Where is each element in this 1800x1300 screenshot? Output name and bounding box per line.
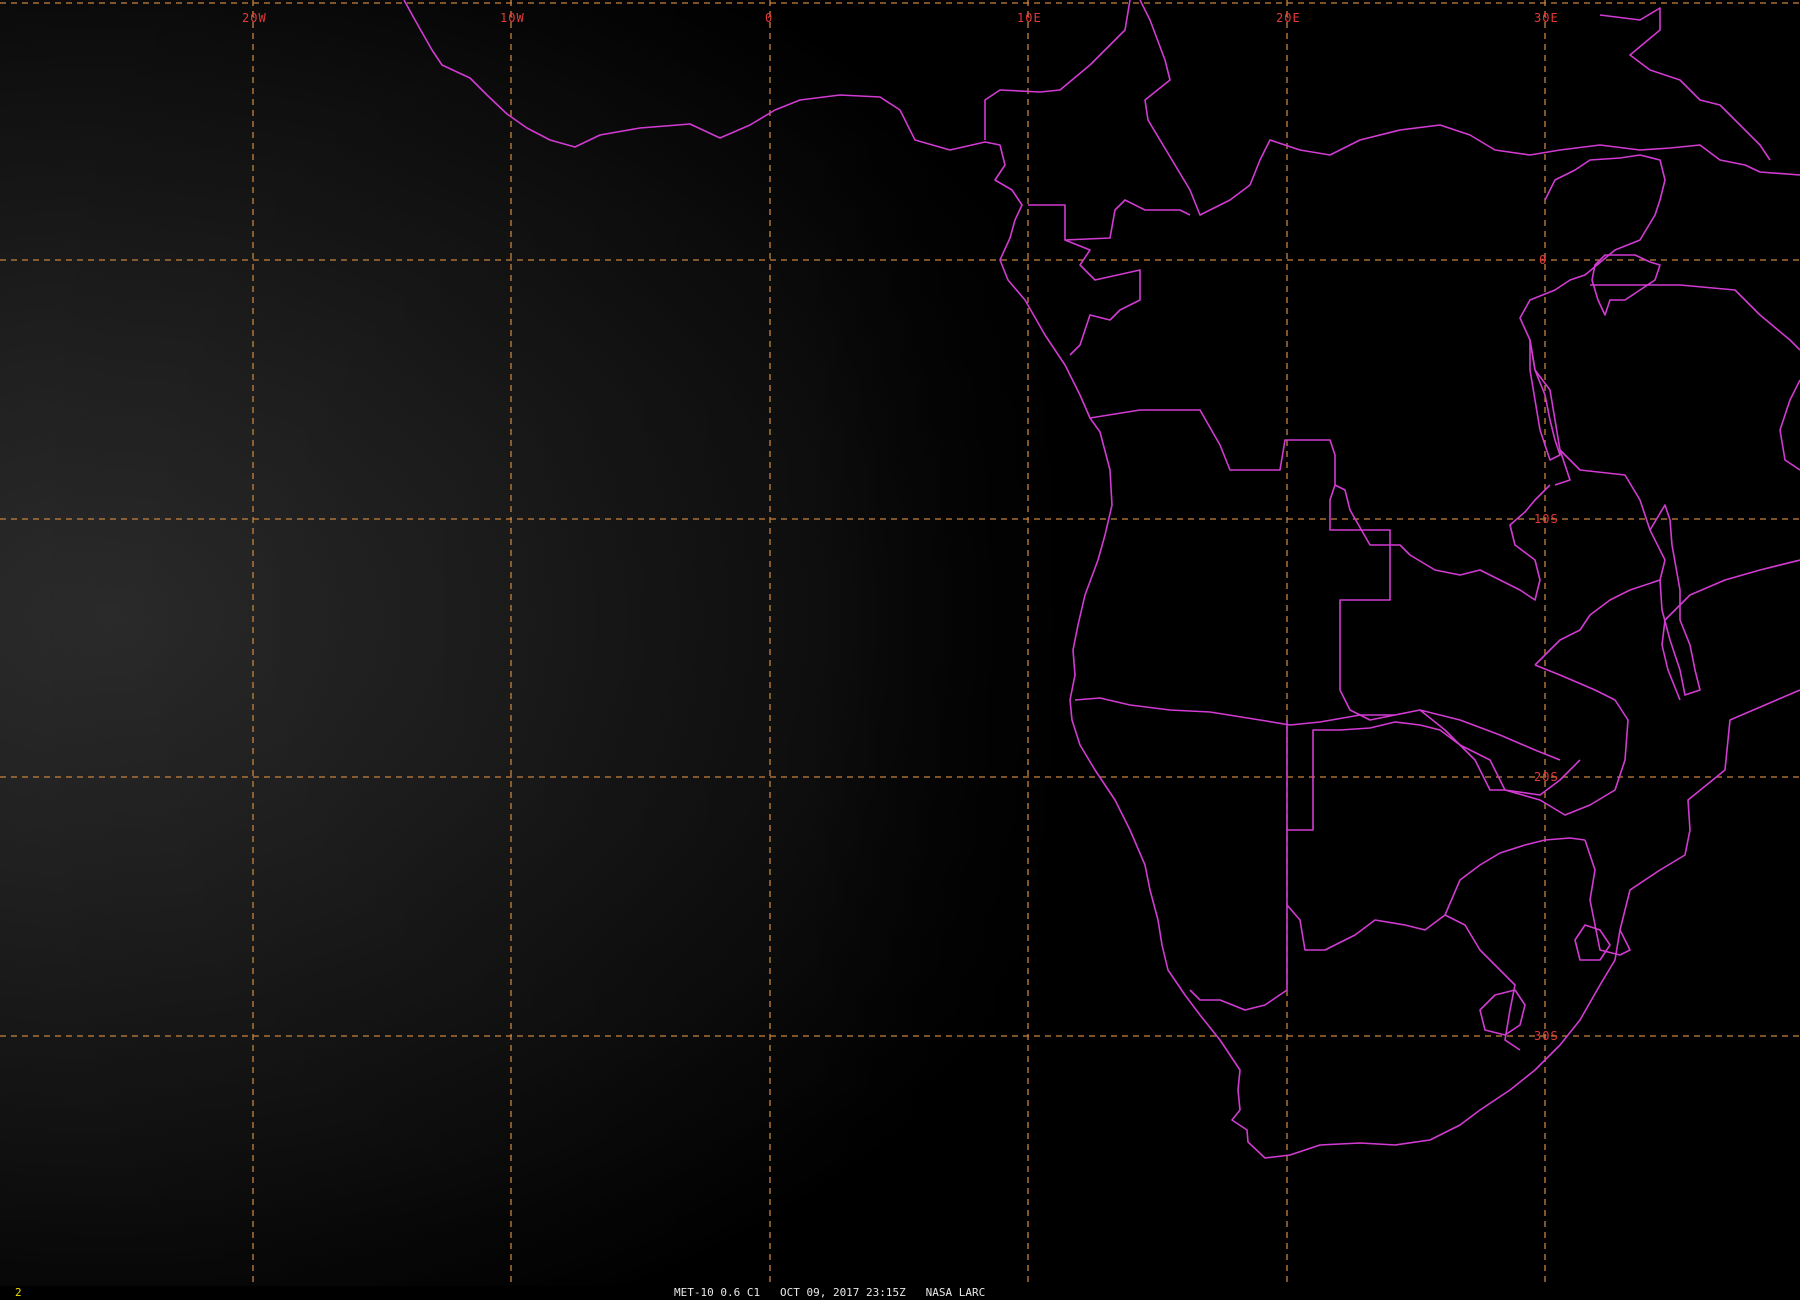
- lon-label-20e: 20E: [1276, 11, 1301, 25]
- congo-border: [1028, 199, 1191, 241]
- drc-angola-border: [1089, 409, 1551, 601]
- tanzania-border: [1590, 284, 1800, 351]
- mozambique-interior-border: [1584, 839, 1631, 956]
- lat-label-30s: 30S: [1534, 1029, 1559, 1043]
- map-overlay: 20W 10W 0 10E 20E 30E 0 10S 20S 30S: [0, 0, 1800, 1286]
- grid-labels: 20W 10W 0 10E 20E 30E 0 10S 20S 30S: [242, 11, 1559, 1043]
- lat-label-10s: 10S: [1534, 512, 1559, 526]
- botswana-south-africa-border: [1286, 837, 1586, 951]
- lat-label-0: 0: [1539, 253, 1547, 267]
- east-coast-kenya: [1779, 379, 1800, 471]
- northern-borders: [1139, 0, 1800, 216]
- lat-label-20s: 20S: [1534, 770, 1559, 784]
- frame-number: 2: [15, 1286, 22, 1299]
- lon-label-30e: 30E: [1534, 11, 1559, 25]
- sahel-border: [984, 0, 1131, 140]
- lake-malawi: [1649, 504, 1701, 696]
- west-africa-coastline: [403, 0, 1800, 1159]
- namibia-south-africa-border: [1189, 830, 1288, 1011]
- lon-label-0: 0: [765, 11, 773, 25]
- ethiopia-border: [1599, 7, 1771, 161]
- lat-lon-grid: [0, 0, 1800, 1286]
- lon-label-20w: 20W: [242, 11, 267, 25]
- swaziland-border: [1574, 924, 1611, 961]
- lon-label-10e: 10E: [1017, 11, 1042, 25]
- lesotho-border: [1479, 989, 1526, 1036]
- lon-label-10w: 10W: [500, 11, 525, 25]
- zambia-malawi-border: [1534, 449, 1666, 666]
- image-caption: MET-10 0.6 C1 OCT 09, 2017 23:15Z NASA L…: [674, 1286, 986, 1299]
- east-africa-coastline: [1661, 559, 1800, 701]
- country-boundaries: [403, 0, 1800, 1159]
- gabon-congo-border: [1064, 239, 1141, 356]
- south-africa-interior: [1444, 914, 1521, 1051]
- satellite-image-viewer: 20W 10W 0 10E 20E 30E 0 10S 20S 30S 2 ME…: [0, 0, 1800, 1300]
- status-bar: 2 MET-10 0.6 C1 OCT 09, 2017 23:15Z NASA…: [0, 1286, 1800, 1300]
- angola-namibia-border: [1074, 697, 1395, 726]
- angola-zambia-border: [1329, 484, 1561, 761]
